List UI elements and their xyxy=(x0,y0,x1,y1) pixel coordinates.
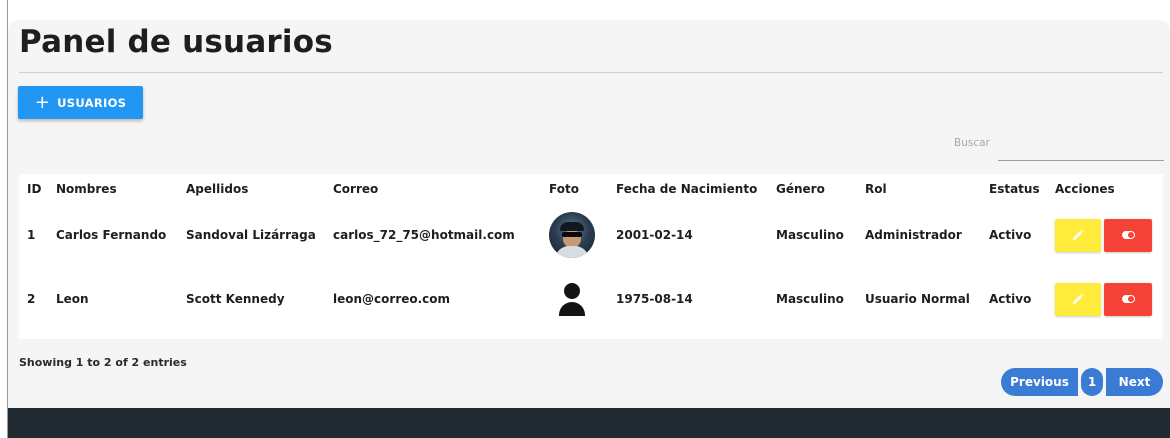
title-divider xyxy=(19,72,1163,73)
cell-nombres: Leon xyxy=(56,292,89,306)
cell-foto xyxy=(549,267,616,331)
toggle-status-button[interactable] xyxy=(1104,218,1152,252)
column-header-fecha[interactable]: Fecha de Nacimiento xyxy=(616,174,776,203)
cell-genero: Masculino xyxy=(776,228,844,242)
pencil-icon xyxy=(1073,229,1084,240)
cell-id: 2 xyxy=(27,292,36,306)
edit-button[interactable] xyxy=(1055,282,1101,316)
table-row: 2 Leon Scott Kennedy leon@correo.com 197… xyxy=(19,267,1163,331)
cell-id: 1 xyxy=(27,228,36,242)
cell-apellidos: Scott Kennedy xyxy=(186,292,285,306)
column-header-genero[interactable]: Género xyxy=(776,174,865,203)
generic-user-icon xyxy=(549,276,595,322)
toggle-icon xyxy=(1121,295,1135,303)
search-input[interactable] xyxy=(998,135,1164,161)
cell-apellidos: Sandoval Lizárraga xyxy=(186,228,316,242)
pagination: Previous 1 Next xyxy=(1001,368,1163,396)
edit-button[interactable] xyxy=(1055,218,1101,252)
cell-estatus: Activo xyxy=(989,292,1032,306)
cell-estatus: Activo xyxy=(989,228,1032,242)
cell-foto xyxy=(549,203,616,267)
cell-correo: leon@correo.com xyxy=(333,292,451,306)
page-footer xyxy=(8,408,1170,438)
cell-rol: Administrador xyxy=(865,228,962,242)
entries-info: Showing 1 to 2 of 2 entries xyxy=(19,356,187,369)
cell-genero: Masculino xyxy=(776,292,844,306)
plus-icon: + xyxy=(34,91,51,113)
pencil-icon xyxy=(1073,293,1084,304)
page: Panel de usuarios + USUARIOS Buscar ID N… xyxy=(0,0,1170,438)
cell-correo: carlos_72_75@hotmail.com xyxy=(333,228,515,242)
toggle-icon xyxy=(1121,231,1135,239)
cell-acciones xyxy=(1055,267,1163,331)
search-label: Buscar xyxy=(954,137,990,149)
table-header-row: ID Nombres Apellidos Correo Foto Fecha d… xyxy=(19,174,1163,203)
table-row: 1 Carlos Fernando Sandoval Lizárraga car… xyxy=(19,203,1163,267)
column-header-acciones[interactable]: Acciones xyxy=(1055,174,1163,203)
add-users-button[interactable]: + USUARIOS xyxy=(18,86,143,119)
column-header-rol[interactable]: Rol xyxy=(865,174,989,203)
column-header-apellidos[interactable]: Apellidos xyxy=(186,174,333,203)
toggle-status-button[interactable] xyxy=(1104,282,1152,316)
cell-rol: Usuario Normal xyxy=(865,292,970,306)
column-header-correo[interactable]: Correo xyxy=(333,174,549,203)
pagination-next[interactable]: Next xyxy=(1106,368,1163,396)
cell-fecha: 1975-08-14 xyxy=(616,292,693,306)
page-title: Panel de usuarios xyxy=(19,24,333,60)
column-header-nombres[interactable]: Nombres xyxy=(56,174,186,203)
pagination-page-1[interactable]: 1 xyxy=(1081,368,1103,396)
cell-acciones xyxy=(1055,203,1163,267)
pagination-previous[interactable]: Previous xyxy=(1001,368,1078,396)
cell-fecha: 2001-02-14 xyxy=(616,228,693,242)
column-header-id[interactable]: ID xyxy=(19,174,56,203)
column-header-estatus[interactable]: Estatus xyxy=(989,174,1055,203)
user-photo xyxy=(549,212,595,258)
column-header-foto[interactable]: Foto xyxy=(549,174,616,203)
cell-nombres: Carlos Fernando xyxy=(56,228,167,242)
add-users-label: USUARIOS xyxy=(57,95,127,110)
users-table: ID Nombres Apellidos Correo Foto Fecha d… xyxy=(19,174,1163,339)
